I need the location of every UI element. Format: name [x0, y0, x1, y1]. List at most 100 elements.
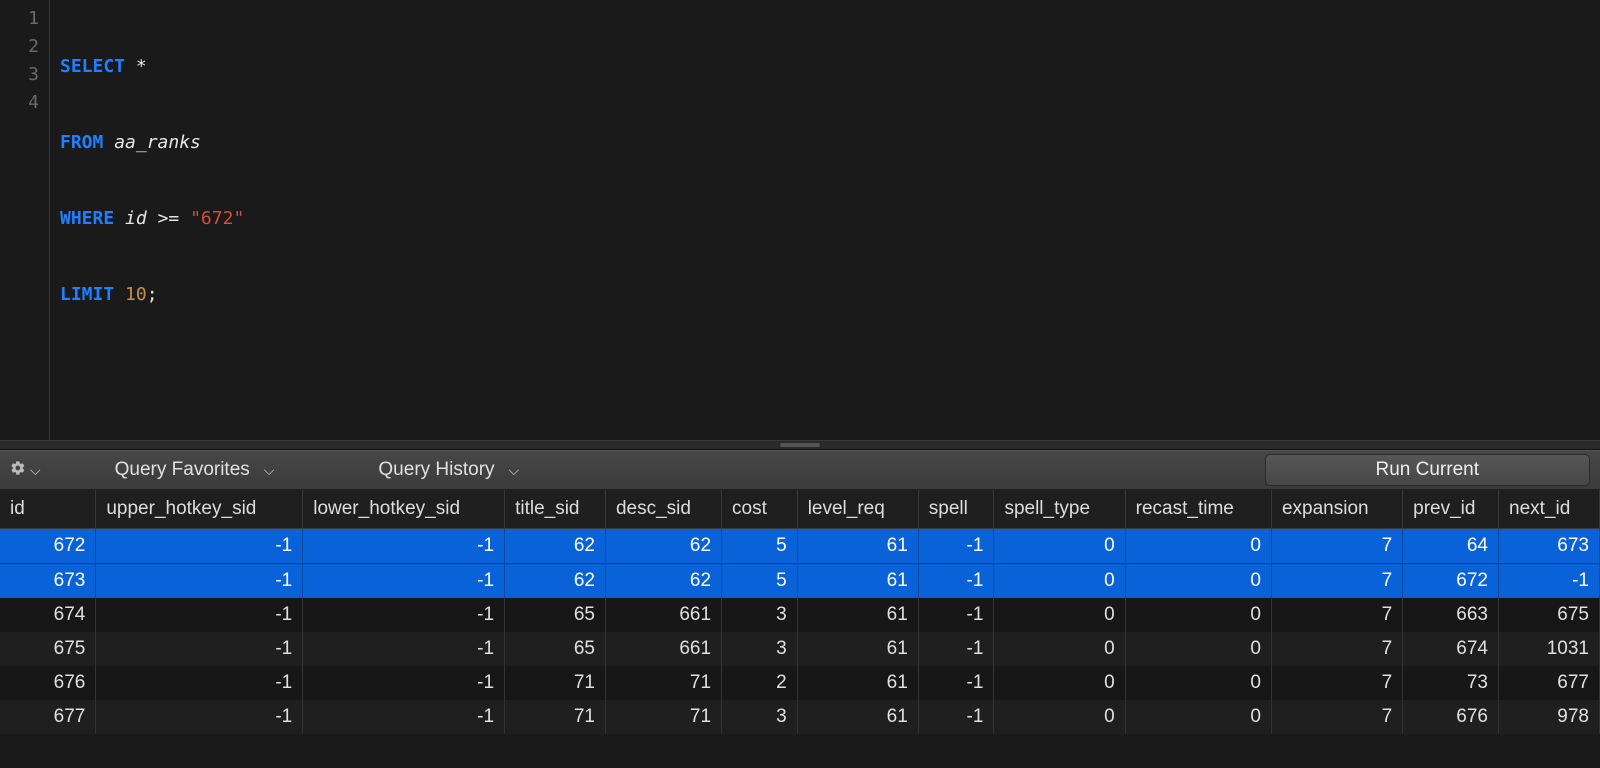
- cell[interactable]: 71: [505, 666, 606, 700]
- cell[interactable]: 61: [797, 632, 918, 666]
- cell[interactable]: 65: [505, 598, 606, 632]
- cell[interactable]: 62: [605, 529, 721, 564]
- column-header-spell[interactable]: spell: [918, 490, 994, 529]
- table-row[interactable]: 673-1-16262561-1007672-1: [0, 564, 1600, 599]
- cell[interactable]: 2: [722, 666, 798, 700]
- column-header-desc_sid[interactable]: desc_sid: [605, 490, 721, 529]
- cell[interactable]: 61: [797, 666, 918, 700]
- cell[interactable]: 71: [505, 700, 606, 734]
- cell[interactable]: 64: [1403, 529, 1499, 564]
- cell[interactable]: 61: [797, 564, 918, 599]
- cell[interactable]: 978: [1499, 700, 1600, 734]
- cell[interactable]: 65: [505, 632, 606, 666]
- pane-divider[interactable]: [0, 440, 1600, 450]
- cell[interactable]: 675: [0, 632, 96, 666]
- cell[interactable]: 7: [1271, 700, 1402, 734]
- column-header-expansion[interactable]: expansion: [1271, 490, 1402, 529]
- query-history-dropdown[interactable]: Query History ⌵: [368, 457, 529, 483]
- table-row[interactable]: 677-1-17171361-1007676978: [0, 700, 1600, 734]
- cell[interactable]: 0: [1125, 564, 1271, 599]
- cell[interactable]: 1031: [1499, 632, 1600, 666]
- cell[interactable]: -1: [918, 632, 994, 666]
- column-header-lower_hotkey_sid[interactable]: lower_hotkey_sid: [303, 490, 505, 529]
- cell[interactable]: 0: [1125, 529, 1271, 564]
- cell[interactable]: 673: [1499, 529, 1600, 564]
- table-row[interactable]: 672-1-16262561-100764673: [0, 529, 1600, 564]
- cell[interactable]: 677: [0, 700, 96, 734]
- table-row[interactable]: 676-1-17171261-100773677: [0, 666, 1600, 700]
- cell[interactable]: 661: [605, 598, 721, 632]
- cell[interactable]: 661: [605, 632, 721, 666]
- cell[interactable]: 0: [1125, 666, 1271, 700]
- cell[interactable]: -1: [303, 529, 505, 564]
- cell[interactable]: 61: [797, 598, 918, 632]
- cell[interactable]: 3: [722, 632, 798, 666]
- cell[interactable]: 73: [1403, 666, 1499, 700]
- cell[interactable]: 61: [797, 700, 918, 734]
- cell[interactable]: 677: [1499, 666, 1600, 700]
- cell[interactable]: -1: [918, 564, 994, 599]
- column-header-prev_id[interactable]: prev_id: [1403, 490, 1499, 529]
- cell[interactable]: -1: [96, 598, 303, 632]
- cell[interactable]: 663: [1403, 598, 1499, 632]
- column-header-recast_time[interactable]: recast_time: [1125, 490, 1271, 529]
- cell[interactable]: 62: [505, 529, 606, 564]
- cell[interactable]: 7: [1271, 564, 1402, 599]
- cell[interactable]: -1: [96, 666, 303, 700]
- column-header-id[interactable]: id: [0, 490, 96, 529]
- cell[interactable]: 3: [722, 700, 798, 734]
- cell[interactable]: 5: [722, 529, 798, 564]
- cell[interactable]: 7: [1271, 598, 1402, 632]
- cell[interactable]: -1: [303, 700, 505, 734]
- cell[interactable]: 7: [1271, 666, 1402, 700]
- cell[interactable]: 0: [994, 529, 1125, 564]
- table-row[interactable]: 675-1-165661361-10076741031: [0, 632, 1600, 666]
- cell[interactable]: 0: [1125, 598, 1271, 632]
- cell[interactable]: 62: [505, 564, 606, 599]
- gear-menu[interactable]: ⌵: [10, 460, 41, 480]
- cell[interactable]: -1: [96, 632, 303, 666]
- column-header-next_id[interactable]: next_id: [1499, 490, 1600, 529]
- column-header-cost[interactable]: cost: [722, 490, 798, 529]
- cell[interactable]: 672: [0, 529, 96, 564]
- cell[interactable]: -1: [96, 564, 303, 599]
- cell[interactable]: -1: [918, 700, 994, 734]
- cell[interactable]: -1: [918, 598, 994, 632]
- cell[interactable]: 0: [994, 700, 1125, 734]
- cell[interactable]: 61: [797, 529, 918, 564]
- cell[interactable]: 675: [1499, 598, 1600, 632]
- cell[interactable]: 0: [994, 598, 1125, 632]
- cell[interactable]: 0: [994, 564, 1125, 599]
- cell[interactable]: 71: [605, 700, 721, 734]
- cell[interactable]: 673: [0, 564, 96, 599]
- cell[interactable]: -1: [303, 598, 505, 632]
- cell[interactable]: -1: [1499, 564, 1600, 599]
- cell[interactable]: -1: [96, 700, 303, 734]
- cell[interactable]: 676: [0, 666, 96, 700]
- column-header-spell_type[interactable]: spell_type: [994, 490, 1125, 529]
- cell[interactable]: 0: [1125, 632, 1271, 666]
- cell[interactable]: -1: [918, 666, 994, 700]
- cell[interactable]: 0: [994, 632, 1125, 666]
- column-header-title_sid[interactable]: title_sid: [505, 490, 606, 529]
- cell[interactable]: 676: [1403, 700, 1499, 734]
- cell[interactable]: -1: [303, 666, 505, 700]
- cell[interactable]: 674: [0, 598, 96, 632]
- run-current-button[interactable]: Run Current: [1265, 454, 1591, 486]
- cell[interactable]: 0: [1125, 700, 1271, 734]
- cell[interactable]: 71: [605, 666, 721, 700]
- column-header-upper_hotkey_sid[interactable]: upper_hotkey_sid: [96, 490, 303, 529]
- cell[interactable]: -1: [96, 529, 303, 564]
- cell[interactable]: 7: [1271, 529, 1402, 564]
- table-row[interactable]: 674-1-165661361-1007663675: [0, 598, 1600, 632]
- cell[interactable]: 0: [994, 666, 1125, 700]
- column-header-level_req[interactable]: level_req: [797, 490, 918, 529]
- cell[interactable]: -1: [303, 564, 505, 599]
- cell[interactable]: 5: [722, 564, 798, 599]
- cell[interactable]: 7: [1271, 632, 1402, 666]
- query-favorites-dropdown[interactable]: Query Favorites ⌵: [105, 457, 285, 483]
- cell[interactable]: -1: [918, 529, 994, 564]
- cell[interactable]: -1: [303, 632, 505, 666]
- cell[interactable]: 3: [722, 598, 798, 632]
- cell[interactable]: 674: [1403, 632, 1499, 666]
